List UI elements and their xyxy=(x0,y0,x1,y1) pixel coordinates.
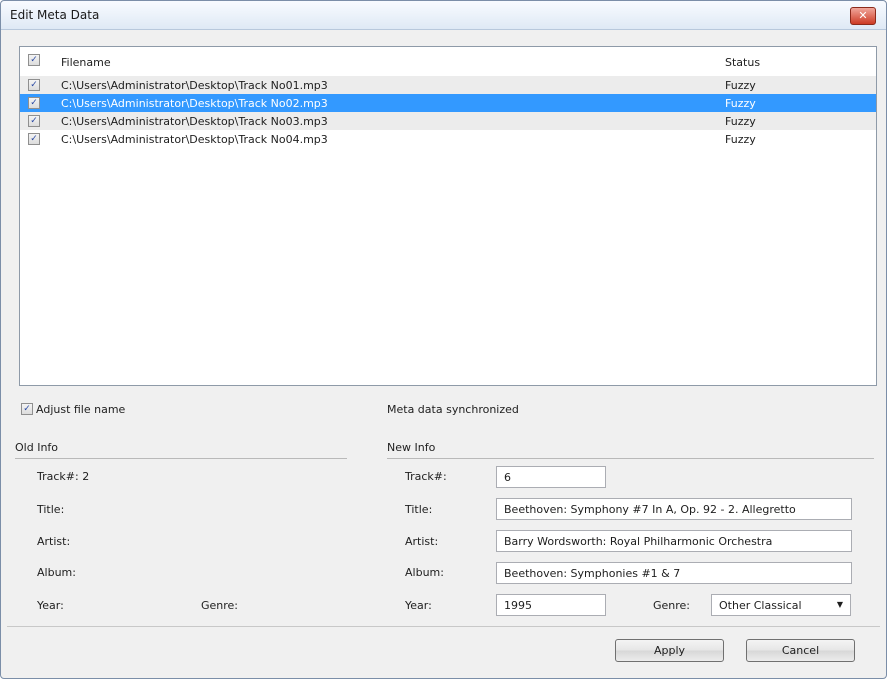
genre-select[interactable]: Other Classical ▼ xyxy=(711,594,851,616)
new-artist-label: Artist: xyxy=(405,535,439,548)
row-status: Fuzzy xyxy=(725,115,756,128)
footer-divider xyxy=(7,626,880,627)
title-input[interactable]: Beethoven: Symphony #7 In A, Op. 92 - 2.… xyxy=(496,498,852,520)
sync-status-text: Meta data synchronized xyxy=(387,403,519,416)
old-year-label: Year: xyxy=(37,599,64,612)
row-filename: C:\Users\Administrator\Desktop\Track No0… xyxy=(61,133,328,146)
album-input[interactable]: Beethoven: Symphonies #1 & 7 xyxy=(496,562,852,584)
row-status: Fuzzy xyxy=(725,133,756,146)
old-track-label: Track#: 2 xyxy=(37,470,90,483)
artist-input[interactable]: Barry Wordsworth: Royal Philharmonic Orc… xyxy=(496,530,852,552)
table-row[interactable]: ✓ C:\Users\Administrator\Desktop\Track N… xyxy=(20,94,876,112)
file-list-header: ✓ Filename Status xyxy=(20,47,876,73)
track-number-input[interactable]: 6 xyxy=(496,466,606,488)
genre-selected-value: Other Classical xyxy=(719,599,802,612)
cancel-button[interactable]: Cancel xyxy=(746,639,855,662)
file-list[interactable]: ✓ Filename Status ✓ C:\Users\Administrat… xyxy=(19,46,877,386)
new-track-label: Track#: xyxy=(405,470,447,483)
select-all-checkbox[interactable]: ✓ xyxy=(28,54,40,66)
title-bar[interactable]: Edit Meta Data ✕ xyxy=(1,1,886,30)
chevron-down-icon[interactable]: ▼ xyxy=(837,600,843,609)
old-artist-label: Artist: xyxy=(37,535,71,548)
row-filename: C:\Users\Administrator\Desktop\Track No0… xyxy=(61,115,328,128)
row-checkbox[interactable]: ✓ xyxy=(28,79,40,91)
new-info-divider xyxy=(387,458,874,459)
new-title-label: Title: xyxy=(405,503,433,516)
old-title-label: Title: xyxy=(37,503,65,516)
row-checkbox[interactable]: ✓ xyxy=(28,115,40,127)
row-status: Fuzzy xyxy=(725,97,756,110)
apply-button[interactable]: Apply xyxy=(615,639,724,662)
new-genre-label: Genre: xyxy=(653,599,691,612)
row-checkbox[interactable]: ✓ xyxy=(28,133,40,145)
table-row[interactable]: ✓ C:\Users\Administrator\Desktop\Track N… xyxy=(20,112,876,130)
old-info-heading: Old Info xyxy=(15,441,59,454)
table-row[interactable]: ✓ C:\Users\Administrator\Desktop\Track N… xyxy=(20,130,876,148)
old-info-divider xyxy=(15,458,347,459)
new-info-heading: New Info xyxy=(387,441,436,454)
row-status: Fuzzy xyxy=(725,79,756,92)
window-title: Edit Meta Data xyxy=(10,8,100,22)
year-input[interactable]: 1995 xyxy=(496,594,606,616)
adjust-file-name-label[interactable]: Adjust file name xyxy=(36,403,125,416)
new-year-label: Year: xyxy=(405,599,432,612)
row-filename: C:\Users\Administrator\Desktop\Track No0… xyxy=(61,79,328,92)
edit-meta-data-window: Edit Meta Data ✕ ✓ Filename Status ✓ C:\… xyxy=(0,0,887,679)
adjust-file-name-checkbox[interactable]: ✓ xyxy=(21,403,33,415)
table-row[interactable]: ✓ C:\Users\Administrator\Desktop\Track N… xyxy=(20,76,876,94)
column-header-status[interactable]: Status xyxy=(725,56,760,69)
old-album-label: Album: xyxy=(37,566,76,579)
new-album-label: Album: xyxy=(405,566,444,579)
close-button[interactable]: ✕ xyxy=(850,7,876,25)
row-checkbox[interactable]: ✓ xyxy=(28,97,40,109)
old-genre-label: Genre: xyxy=(201,599,239,612)
column-header-filename[interactable]: Filename xyxy=(61,56,111,69)
close-icon: ✕ xyxy=(858,9,868,22)
row-filename: C:\Users\Administrator\Desktop\Track No0… xyxy=(61,97,328,110)
